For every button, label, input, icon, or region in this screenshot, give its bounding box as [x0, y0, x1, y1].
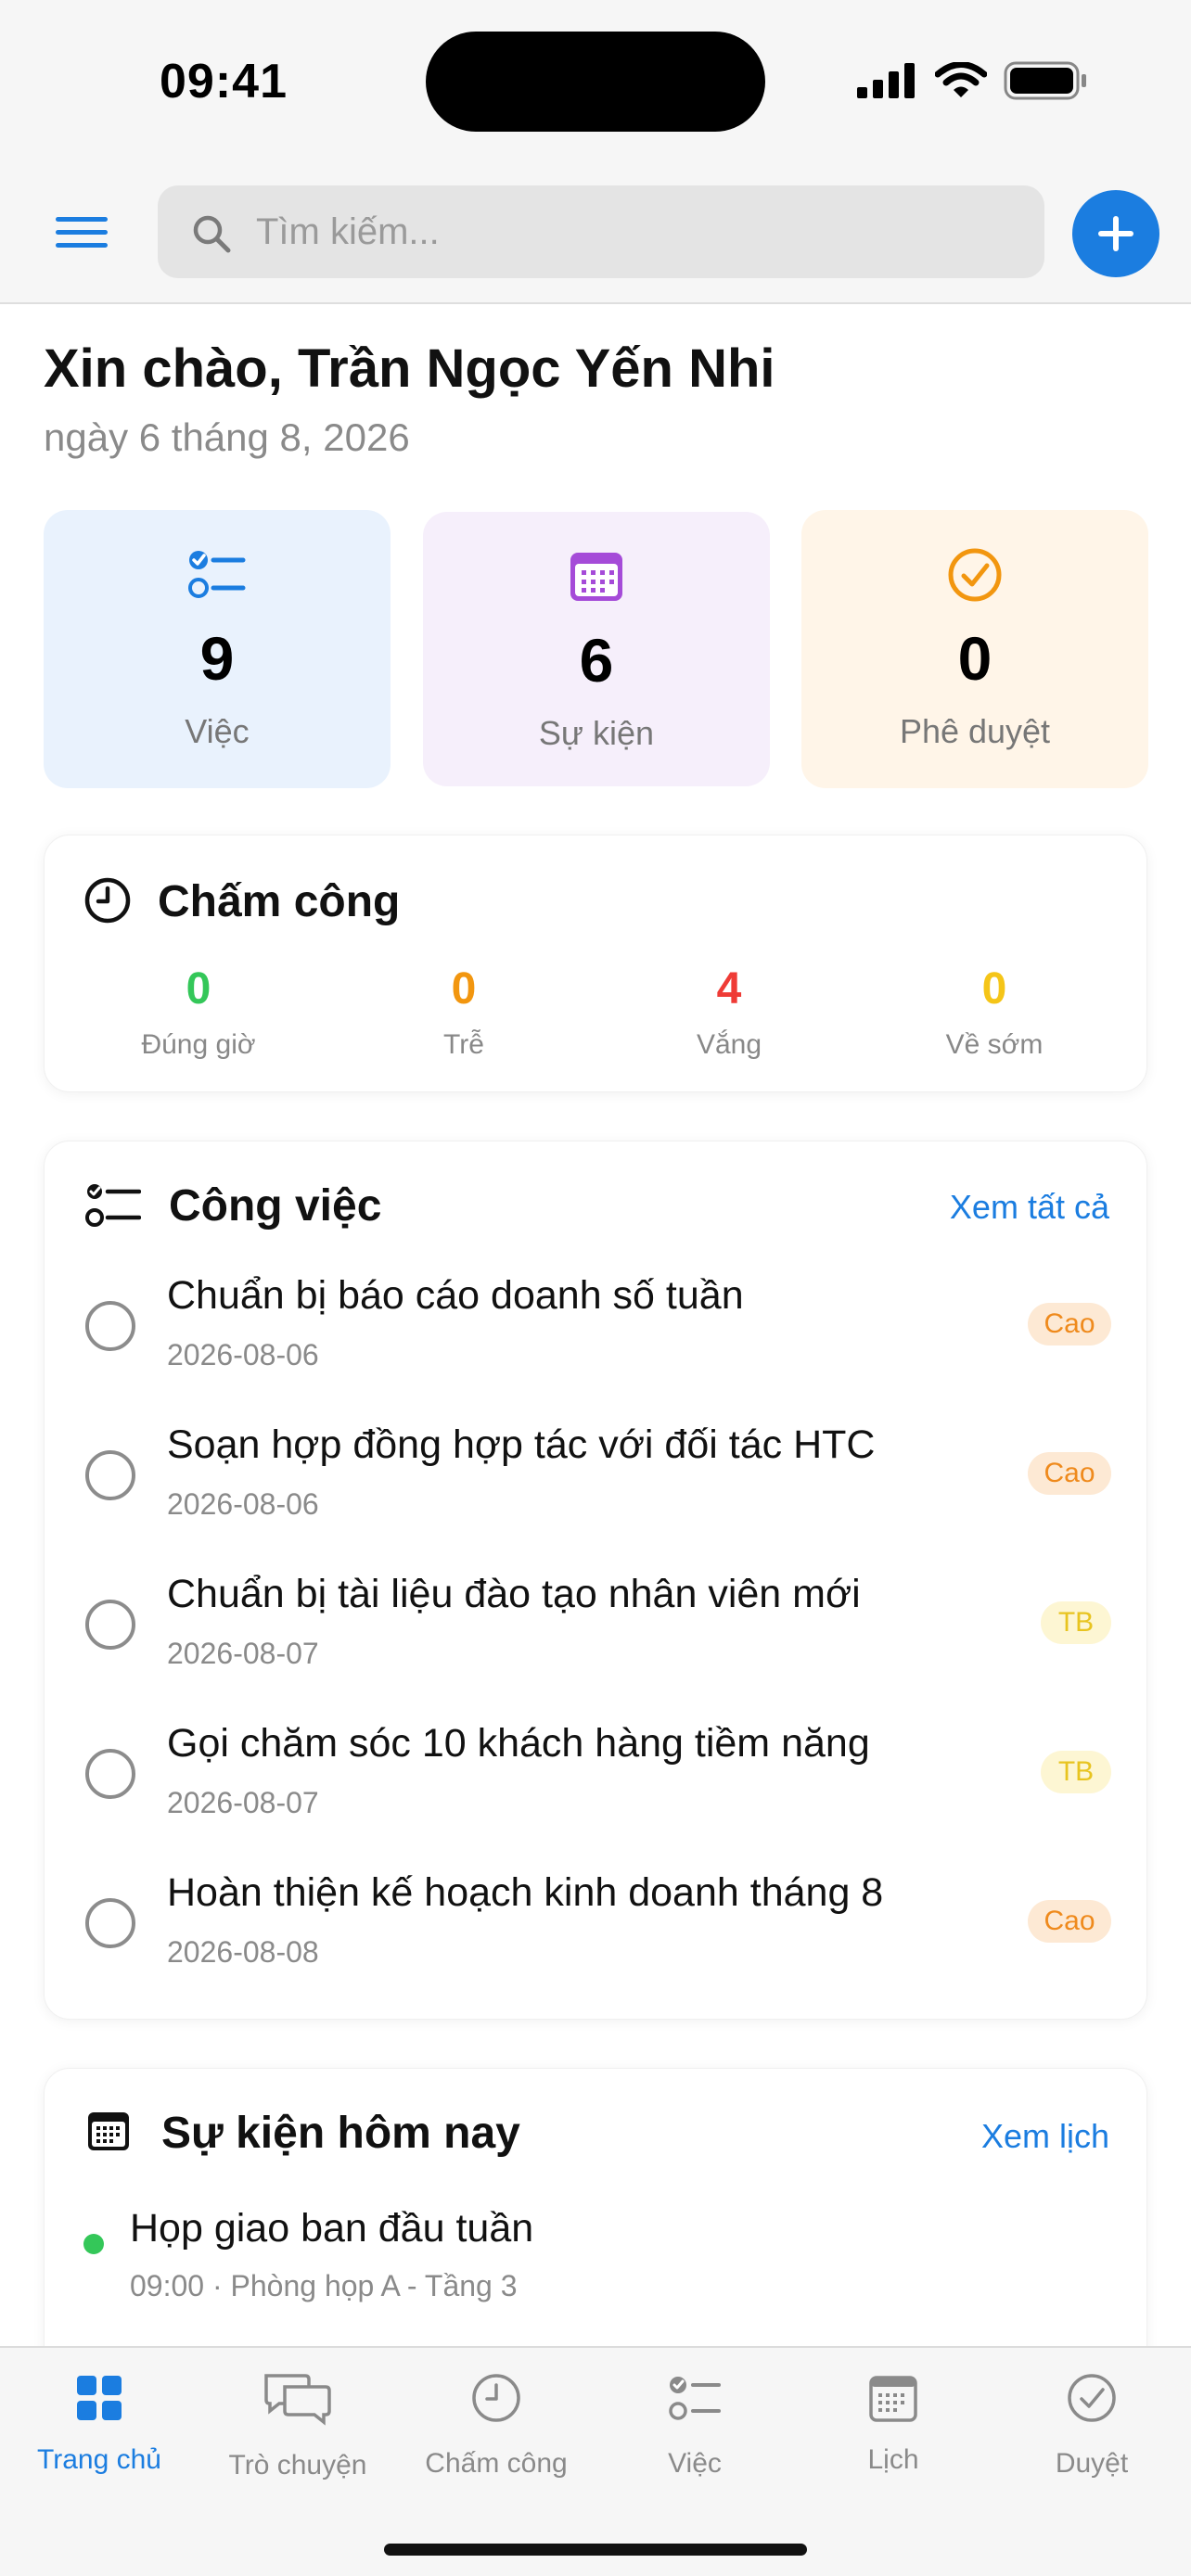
tab-tasks[interactable]: Việc — [596, 2370, 794, 2500]
attendance-late: 0 Trễ — [352, 963, 575, 1061]
chat-icon — [264, 2374, 331, 2426]
stat-card-events[interactable]: 6 Sự kiện — [423, 512, 770, 786]
greeting-date: ngày 6 tháng 8, 2026 — [44, 415, 410, 459]
status-time: 09:41 — [160, 55, 288, 108]
status-icons — [857, 61, 1089, 100]
attendance-on-time: 0 Đúng giờ — [87, 963, 310, 1061]
add-button[interactable] — [1072, 190, 1159, 277]
clock-icon — [472, 2374, 520, 2422]
tab-label: Trò chuyện — [228, 2450, 367, 2480]
events-title: Sự kiện hôm nay — [161, 2109, 520, 2158]
stat-card-tasks[interactable]: 9 Việc — [44, 510, 391, 788]
task-item[interactable]: Hoàn thiện kế hoạch kinh doanh tháng 8 2… — [45, 1870, 1148, 2009]
calendar-icon — [570, 553, 622, 601]
clock-icon — [84, 877, 131, 924]
task-date: 2026-08-07 — [167, 1637, 319, 1670]
task-title: Chuẩn bị tài liệu đào tạo nhân viên mới — [167, 1572, 861, 1616]
event-title: Họp giao ban đầu tuần — [130, 2206, 534, 2251]
search-input[interactable] — [256, 206, 1017, 258]
search-bar[interactable] — [158, 185, 1044, 278]
top-bar — [0, 167, 1191, 304]
calendar-icon — [88, 2112, 129, 2150]
tab-label: Việc — [668, 2448, 722, 2479]
attendance-value: 0 — [981, 964, 1007, 1014]
attendance-label: Về sớm — [945, 1029, 1044, 1060]
attendance-title: Chấm công — [158, 877, 401, 926]
tab-label: Lịch — [867, 2444, 919, 2475]
stat-value: 9 — [199, 624, 235, 693]
task-title: Chuẩn bị báo cáo doanh số tuần — [167, 1273, 744, 1318]
battery-icon — [1004, 61, 1086, 100]
stat-label: Sự kiện — [538, 714, 655, 752]
home-indicator[interactable] — [384, 2544, 807, 2556]
task-date: 2026-08-08 — [167, 1935, 319, 1969]
task-date: 2026-08-06 — [167, 1487, 319, 1521]
greeting-title: Xin chào, Trần Ngọc Yến Nhi — [44, 338, 775, 399]
stat-label: Việc — [185, 712, 250, 750]
stat-card-approvals[interactable]: 0 Phê duyệt — [801, 510, 1148, 788]
menu-icon[interactable] — [56, 217, 108, 254]
check-circle-icon — [1068, 2374, 1116, 2422]
cellular-signal-icon — [857, 63, 915, 98]
attendance-label: Đúng giờ — [141, 1029, 256, 1060]
tab-chat[interactable]: Trò chuyện — [198, 2370, 397, 2500]
stat-value: 0 — [957, 624, 992, 693]
task-title: Soạn hợp đồng hợp tác với đối tác HTC — [167, 1422, 876, 1467]
priority-badge: TB — [1041, 1601, 1111, 1644]
priority-badge: TB — [1041, 1751, 1111, 1793]
priority-badge: Cao — [1028, 1900, 1111, 1943]
task-date: 2026-08-06 — [167, 1338, 319, 1371]
task-checkbox[interactable] — [85, 1450, 135, 1500]
attendance-value: 0 — [186, 964, 211, 1014]
calendar-icon — [869, 2376, 917, 2422]
priority-badge: Cao — [1028, 1452, 1111, 1495]
tasks-title: Công việc — [169, 1181, 382, 1231]
tab-home[interactable]: Trang chủ — [0, 2370, 198, 2500]
task-checkbox[interactable] — [85, 1600, 135, 1650]
task-item[interactable]: Chuẩn bị tài liệu đào tạo nhân viên mới … — [45, 1572, 1148, 1711]
task-date: 2026-08-07 — [167, 1786, 319, 1819]
tab-attendance[interactable]: Chấm công — [397, 2370, 596, 2500]
tab-label: Duyệt — [1055, 2448, 1129, 2479]
task-checkbox[interactable] — [85, 1749, 135, 1799]
task-item[interactable]: Chuẩn bị báo cáo doanh số tuần 2026-08-0… — [45, 1273, 1148, 1412]
attendance-label: Trễ — [443, 1029, 484, 1060]
dynamic-island — [426, 32, 765, 132]
home-grid-icon — [77, 2376, 122, 2420]
attendance-early-leave: 0 Về sớm — [883, 963, 1106, 1061]
tab-label: Chấm công — [425, 2448, 568, 2479]
event-status-dot — [83, 2234, 104, 2254]
event-meta: 09:00 · Phòng họp A - Tầng 3 — [130, 2269, 518, 2302]
status-bar: 09:41 — [0, 0, 1191, 167]
task-item[interactable]: Gọi chăm sóc 10 khách hàng tiềm năng 202… — [45, 1721, 1148, 1860]
wifi-icon — [935, 62, 987, 97]
stat-label: Phê duyệt — [899, 712, 1051, 750]
tab-approvals[interactable]: Duyệt — [992, 2370, 1191, 2500]
attendance-card[interactable]: Chấm công 0 Đúng giờ 0 Trễ 4 Vắng 0 Về s… — [44, 835, 1147, 1092]
task-checkbox[interactable] — [85, 1898, 135, 1948]
tasks-card: Công việc Xem tất cả Chuẩn bị báo cáo do… — [44, 1141, 1147, 2020]
check-circle-icon — [948, 548, 1002, 602]
bottom-tab-bar: Trang chủ Trò chuyện Chấm công Việc Lịch… — [0, 2346, 1191, 2576]
tab-calendar[interactable]: Lịch — [794, 2370, 992, 2500]
task-title: Hoàn thiện kế hoạch kinh doanh tháng 8 — [167, 1870, 884, 1915]
see-calendar-link[interactable]: Xem lịch — [981, 2117, 1109, 2156]
see-all-tasks-link[interactable]: Xem tất cả — [950, 1188, 1109, 1227]
task-list-icon — [85, 1184, 141, 1227]
tab-label: Trang chủ — [37, 2444, 161, 2475]
priority-badge: Cao — [1028, 1303, 1111, 1345]
attendance-label: Vắng — [696, 1029, 762, 1060]
task-title: Gọi chăm sóc 10 khách hàng tiềm năng — [167, 1721, 870, 1766]
attendance-absent: 4 Vắng — [618, 963, 840, 1061]
stat-value: 6 — [579, 626, 614, 695]
attendance-value: 0 — [451, 964, 477, 1014]
search-icon — [193, 215, 231, 253]
attendance-value: 4 — [716, 964, 742, 1014]
task-list-icon — [669, 2377, 721, 2420]
task-list-icon — [188, 551, 246, 598]
task-item[interactable]: Soạn hợp đồng hợp tác với đối tác HTC 20… — [45, 1422, 1148, 1562]
task-checkbox[interactable] — [85, 1301, 135, 1351]
